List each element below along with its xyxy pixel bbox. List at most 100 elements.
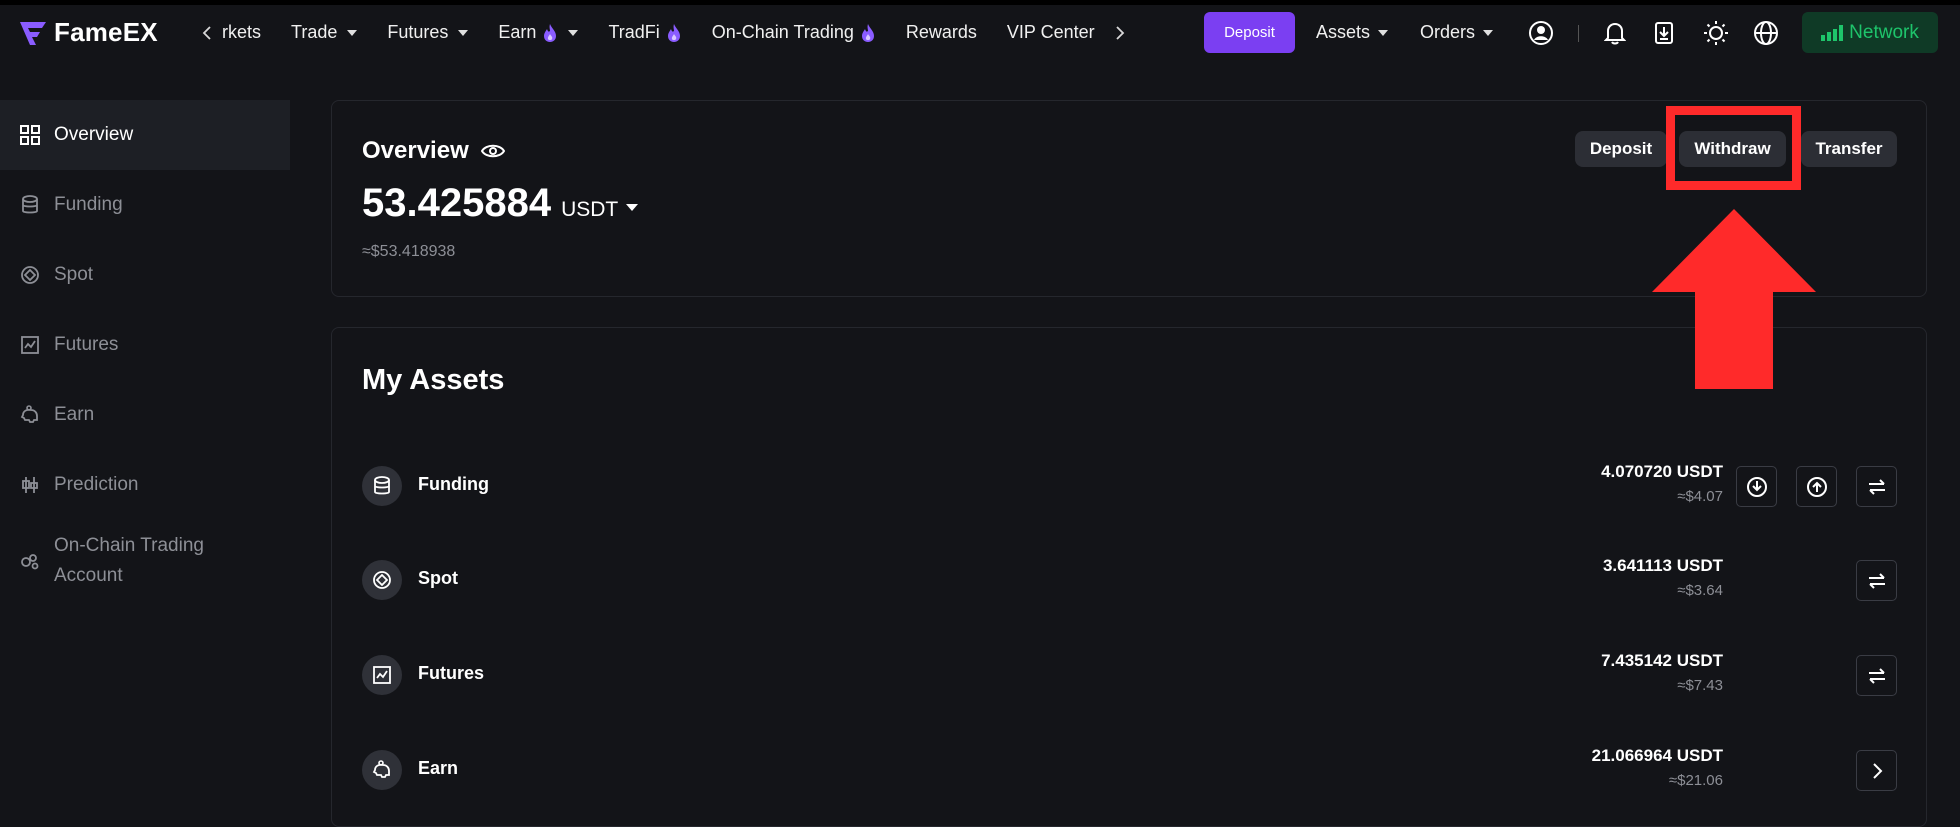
sidebar-item-on-chain-trading-account[interactable]: On-Chain Trading Account [0,520,290,602]
nav-on-chain-label: On-Chain Trading [711,22,854,42]
sidebar-item-label: Earn [54,404,95,425]
nav-futures[interactable]: Futures [387,22,469,43]
chevron-down-icon [568,29,579,36]
my-assets-title: My Assets [362,364,505,396]
swap-icon [1868,572,1885,589]
sidebar-item-label-line1: On-Chain Trading [54,535,204,556]
asset-usd-value: ≈$4.07 [1677,488,1723,505]
nav-trade-label: Trade [291,22,338,42]
sidebar-item-label: Spot [54,264,94,285]
sidebar-item-label-line2: Account [54,565,123,586]
nav-scroll-right-icon[interactable] [1107,21,1131,45]
bell-icon[interactable] [1601,19,1629,47]
user-icon[interactable] [1527,19,1555,47]
deposit-button[interactable]: Deposit [1575,131,1667,167]
logo-text: FameEX [54,17,158,47]
overview-title: Overview [362,137,505,165]
asset-row-futures: Futures 7.435142 USDT ≈$7.43 [332,639,1928,709]
my-assets-card: My Assets Funding 4.070720 USDT ≈$4.07 S… [331,327,1927,827]
overview-usd-value: ≈$53.418938 [362,243,456,260]
network-button[interactable]: Network [1802,12,1938,53]
currency-selector[interactable]: USDT [561,198,639,222]
overview-balance: 53.425884 USDT [362,181,639,226]
nav-rewards[interactable]: Rewards [906,22,977,43]
overview-title-text: Overview [362,137,469,164]
fire-icon [544,23,557,42]
asset-row-funding: Funding 4.070720 USDT ≈$4.07 [332,450,1928,520]
nav-rewards-label: Rewards [905,22,977,42]
sidebar-item-label: Futures [54,334,119,355]
nav-on-chain-trading[interactable]: On-Chain Trading [712,22,876,43]
sidebar-item-label: On-Chain Trading Account [54,531,204,591]
asset-amount: 4.070720 USDT [1601,462,1723,481]
asset-name: Earn [418,758,459,778]
spot-icon [362,560,402,600]
asset-row-spot: Spot 3.641113 USDT ≈$3.64 [332,544,1928,614]
sidebar-item-label: Funding [54,194,123,215]
currency-label: USDT [561,198,619,221]
sidebar-item-prediction[interactable]: Prediction [0,450,290,520]
chevron-down-icon [347,29,358,36]
globe-icon[interactable] [1752,19,1780,47]
swap-icon [1868,478,1885,495]
chevron-down-icon [626,203,639,211]
sun-icon[interactable] [1702,19,1730,47]
sidebar-item-funding[interactable]: Funding [0,170,290,240]
download-circle-icon [1746,476,1767,497]
chart-icon [362,655,402,695]
deposit-icon-button[interactable] [1736,466,1777,507]
nav-futures-label: Futures [387,22,449,42]
asset-amount: 7.435142 USDT [1601,651,1723,670]
sidebar: Overview Funding Spot Futures Earn Predi… [0,100,290,602]
nav-scroll-left-icon[interactable] [196,21,220,45]
chevron-down-icon [458,29,469,36]
asset-name: Futures [418,663,485,683]
spot-icon [20,265,40,285]
fire-icon [861,23,874,42]
asset-name: Spot [418,568,458,588]
network-label: Network [1849,21,1919,43]
asset-amount: 21.066964 USDT [1591,746,1723,765]
nav-vip-center[interactable]: VIP Center [1007,22,1095,43]
asset-usd-value: ≈$3.64 [1677,582,1723,599]
nav-markets[interactable]: rkets [222,22,261,43]
transfer-button[interactable]: Transfer [1801,131,1897,167]
nav-trade[interactable]: Trade [291,22,358,43]
sidebar-item-futures[interactable]: Futures [0,310,290,380]
orders-menu[interactable]: Orders [1420,5,1494,60]
asset-usd-value: ≈$21.06 [1668,772,1723,789]
orders-menu-label: Orders [1420,22,1476,42]
asset-usd-value: ≈$7.43 [1677,677,1723,694]
sidebar-item-overview[interactable]: Overview [0,100,290,170]
fameex-logo-icon [20,21,46,45]
nav-tradfi-label: TradFi [608,22,660,42]
earn-details-button[interactable] [1856,750,1897,791]
fameex-logo[interactable]: FameEX [18,17,158,48]
nav-earn[interactable]: Earn [498,22,579,43]
sidebar-item-spot[interactable]: Spot [0,240,290,310]
transfer-icon-button[interactable] [1856,655,1897,696]
swap-icon [1868,667,1885,684]
sidebar-item-label: Prediction [54,474,139,495]
chain-icon [20,551,40,571]
withdraw-icon-button[interactable] [1796,466,1837,507]
sidebar-item-earn[interactable]: Earn [0,380,290,450]
nav-earn-label: Earn [498,22,537,42]
header-deposit-button[interactable]: Deposit [1204,12,1295,53]
grid-icon [20,125,40,145]
assets-menu[interactable]: Assets [1316,5,1389,60]
transfer-icon-button[interactable] [1856,560,1897,601]
asset-row-earn: Earn 21.066964 USDT ≈$21.06 [332,734,1928,804]
chevron-down-icon [1483,29,1494,36]
top-header: FameEX rkets Trade Futures Earn TradFi O… [0,5,1960,60]
nav-tradfi[interactable]: TradFi [608,22,681,43]
asset-amount: 3.641113 USDT [1602,556,1723,575]
download-icon[interactable] [1650,19,1678,47]
eye-icon[interactable] [480,143,505,159]
nav-vip-label: VIP Center [1006,22,1095,42]
transfer-icon-button[interactable] [1856,466,1897,507]
chevron-down-icon [1378,29,1389,36]
piggy-icon [20,405,40,425]
chart-icon [20,335,40,355]
assets-menu-label: Assets [1316,22,1371,42]
